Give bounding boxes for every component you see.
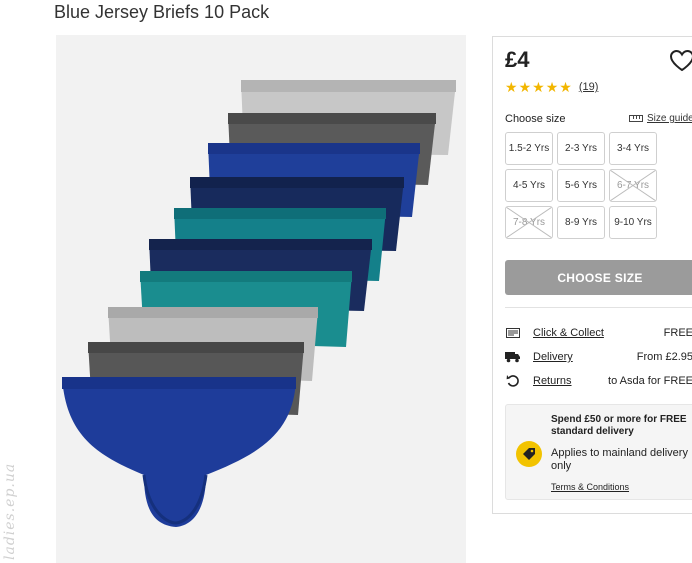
ruler-icon bbox=[629, 115, 643, 122]
promo-headline: Spend £50 or more for FREE standard deli… bbox=[551, 414, 687, 437]
size-option[interactable]: 5-6 Yrs bbox=[557, 169, 605, 202]
size-option-unavailable: 7-8 Yrs bbox=[505, 206, 553, 239]
divider bbox=[505, 307, 692, 308]
watermark-text: ladies.ep.ua bbox=[2, 462, 18, 560]
rating: ★ ★ ★ ★ ★ (19) bbox=[505, 80, 598, 94]
review-count-link[interactable]: (19) bbox=[579, 81, 599, 93]
delivery-promo: Spend £50 or more for FREE standard deli… bbox=[505, 404, 692, 500]
star-icon: ★ bbox=[559, 79, 572, 95]
size-option[interactable]: 1.5-2 Yrs bbox=[505, 132, 553, 165]
tag-icon bbox=[516, 441, 542, 467]
size-option[interactable]: 2-3 Yrs bbox=[557, 132, 605, 165]
click-collect-row: Click & Collect FREE bbox=[505, 325, 692, 341]
size-option-label: 9-10 Yrs bbox=[614, 217, 652, 228]
star-icon: ★ bbox=[518, 79, 532, 95]
size-option-label: 8-9 Yrs bbox=[564, 217, 598, 228]
van-icon bbox=[505, 350, 521, 364]
returns-link[interactable]: Returns bbox=[533, 375, 572, 387]
click-collect-link[interactable]: Click & Collect bbox=[533, 327, 604, 339]
size-option[interactable]: 3-4 Yrs bbox=[609, 132, 657, 165]
product-image[interactable] bbox=[56, 35, 466, 563]
size-option-label: 2-3 Yrs bbox=[564, 143, 598, 154]
cross-out-icon bbox=[506, 207, 552, 238]
size-option-label: 3-4 Yrs bbox=[616, 143, 650, 154]
size-guide-label: Size guide bbox=[647, 113, 692, 124]
delivery-link[interactable]: Delivery bbox=[533, 351, 573, 363]
delivery-row: Delivery From £2.95 bbox=[505, 349, 692, 365]
product-title: Blue Jersey Briefs 10 Pack bbox=[54, 2, 270, 22]
returns-value: to Asda for FREE bbox=[608, 375, 692, 387]
briefs-stack bbox=[62, 80, 456, 527]
star-icon: ★ bbox=[545, 79, 559, 95]
size-options: 1.5-2 Yrs 2-3 Yrs 3-4 Yrs 4-5 Yrs 5-6 Yr… bbox=[505, 132, 657, 239]
store-icon bbox=[505, 326, 521, 340]
delivery-value: From £2.95 bbox=[636, 351, 692, 363]
star-icon: ★ bbox=[532, 79, 545, 95]
returns-icon bbox=[505, 374, 521, 388]
size-guide-link[interactable]: Size guide bbox=[629, 113, 692, 124]
size-option-unavailable: 6-7 Yrs bbox=[609, 169, 657, 202]
star-icon: ★ bbox=[505, 79, 518, 95]
size-option-label: 1.5-2 Yrs bbox=[508, 143, 550, 154]
size-option[interactable]: 8-9 Yrs bbox=[557, 206, 605, 239]
size-option-label: 4-5 Yrs bbox=[512, 180, 546, 191]
briefs-stack-illustration bbox=[62, 80, 456, 527]
returns-row: Returns to Asda for FREE bbox=[505, 373, 692, 389]
cross-out-icon bbox=[610, 170, 656, 201]
wishlist-button[interactable] bbox=[669, 49, 692, 73]
size-option[interactable]: 4-5 Yrs bbox=[505, 169, 553, 202]
size-option-label: 5-6 Yrs bbox=[564, 180, 598, 191]
size-option[interactable]: 9-10 Yrs bbox=[609, 206, 657, 239]
choose-size-button[interactable]: CHOOSE SIZE bbox=[505, 260, 692, 295]
promo-note: Applies to mainland delivery only bbox=[551, 447, 688, 472]
click-collect-value: FREE bbox=[663, 327, 692, 339]
choose-size-label: Choose size bbox=[505, 113, 566, 125]
purchase-panel: £4 ★ ★ ★ ★ ★ (19) Choose size Size guide… bbox=[492, 36, 692, 514]
terms-conditions-link[interactable]: Terms & Conditions bbox=[551, 482, 629, 492]
price: £4 bbox=[505, 47, 530, 72]
heart-icon bbox=[669, 49, 692, 72]
